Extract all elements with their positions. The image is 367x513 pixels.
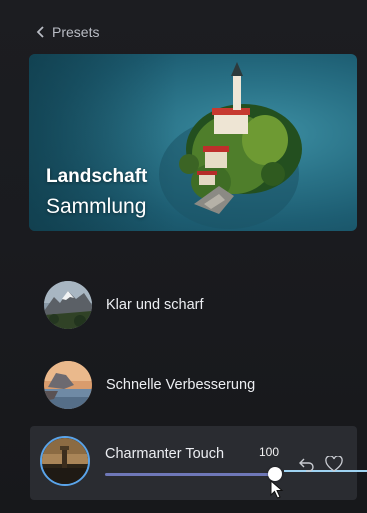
preset-thumbnail <box>44 361 92 409</box>
back-label: Presets <box>52 24 100 40</box>
mouse-pointer-icon <box>270 480 284 499</box>
preset-thumbnail <box>40 436 90 486</box>
back-button[interactable]: Presets <box>36 24 99 40</box>
intensity-value: 100 <box>259 445 280 459</box>
collection-subtitle: Sammlung <box>46 195 147 218</box>
chevron-left-icon <box>36 26 44 38</box>
collection-hero-card[interactable]: Landschaft Sammlung <box>29 54 357 231</box>
preset-item-schnelle-verbesserung[interactable]: Schnelle Verbesserung <box>44 361 255 409</box>
preset-thumbnail <box>44 281 92 329</box>
intensity-slider-thumb[interactable] <box>268 467 282 481</box>
heart-icon[interactable] <box>325 456 343 472</box>
intensity-slider-track[interactable] <box>105 473 278 476</box>
preset-item-charmanter-touch[interactable]: Charmanter Touch 100 <box>30 426 367 500</box>
preset-item-klar-und-scharf[interactable]: Klar und scharf <box>44 281 204 329</box>
collection-title: Landschaft <box>46 166 148 187</box>
preset-label: Klar und scharf <box>106 297 204 313</box>
undo-icon[interactable] <box>298 456 316 472</box>
active-preset-label: Charmanter Touch <box>105 446 225 462</box>
preset-label: Schnelle Verbesserung <box>106 377 256 393</box>
